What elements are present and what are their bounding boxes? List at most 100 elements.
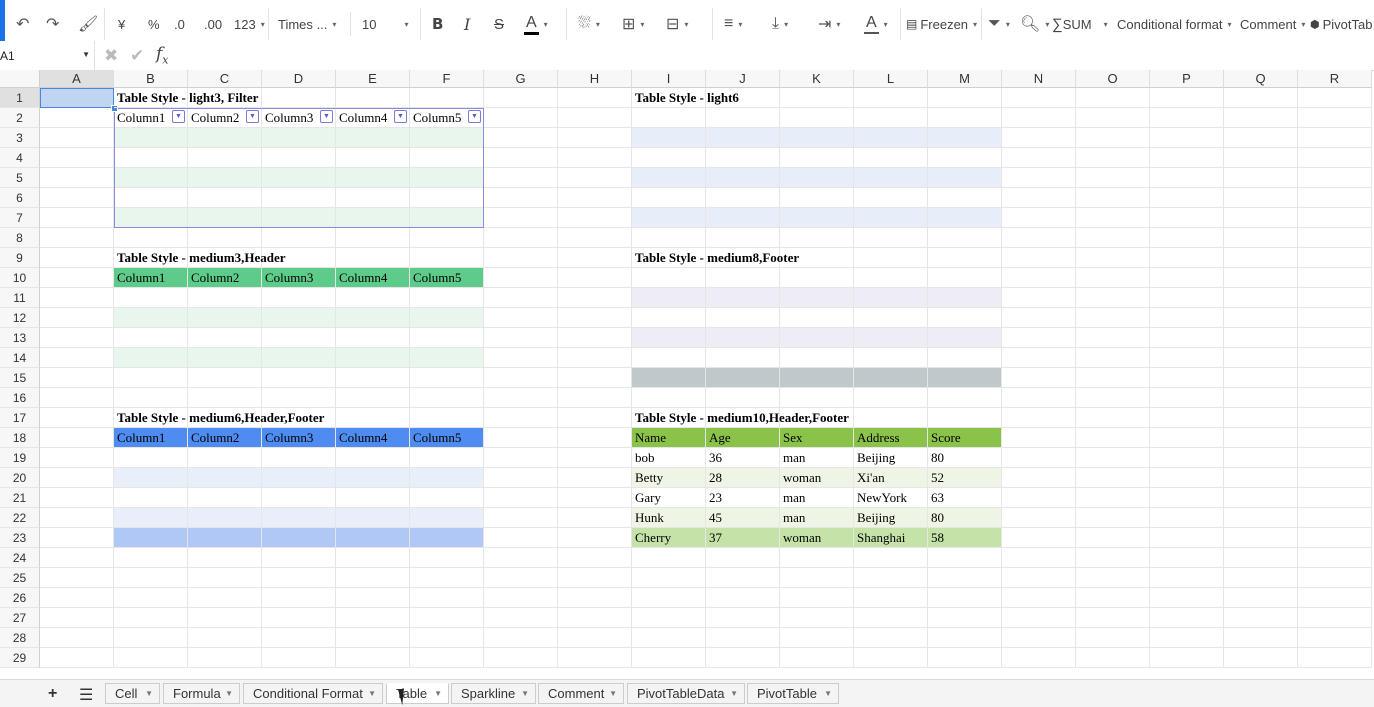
cell[interactable] <box>1002 488 1076 508</box>
cell[interactable] <box>40 608 114 628</box>
cell[interactable] <box>188 588 262 608</box>
formula-input[interactable] <box>184 41 1364 70</box>
cell[interactable] <box>928 588 1002 608</box>
table-data-cell[interactable]: man <box>780 488 854 508</box>
cell[interactable] <box>484 288 558 308</box>
table-header-cell[interactable]: Column1 <box>114 428 188 448</box>
chevron-down-icon[interactable]: ▼ <box>225 684 233 703</box>
cell[interactable] <box>40 108 114 128</box>
table-data-cell[interactable]: 63 <box>928 488 1002 508</box>
table-data-cell[interactable]: bob <box>632 448 706 468</box>
cell[interactable] <box>1076 288 1150 308</box>
cell[interactable] <box>40 208 114 228</box>
table-data-cell[interactable]: 23 <box>706 488 780 508</box>
cell[interactable] <box>1076 648 1150 668</box>
row-header[interactable]: 27 <box>0 608 40 628</box>
cell[interactable] <box>410 328 484 348</box>
cell[interactable] <box>1076 568 1150 588</box>
column-header[interactable]: O <box>1076 70 1150 88</box>
cell[interactable] <box>1002 168 1076 188</box>
cell[interactable] <box>854 608 928 628</box>
cell[interactable] <box>1076 188 1150 208</box>
cell[interactable] <box>780 88 854 108</box>
cell[interactable] <box>188 128 262 148</box>
font-family-dropdown[interactable]: Times ... ▾ <box>278 12 351 36</box>
cell[interactable] <box>632 148 706 168</box>
cell[interactable] <box>1224 508 1298 528</box>
row-header[interactable]: 3 <box>0 128 40 148</box>
cell[interactable] <box>1224 128 1298 148</box>
cell[interactable] <box>632 308 706 328</box>
cell[interactable] <box>1002 308 1076 328</box>
cell[interactable] <box>1002 408 1076 428</box>
cell[interactable] <box>336 648 410 668</box>
cell[interactable] <box>484 488 558 508</box>
cell[interactable] <box>114 148 188 168</box>
cell[interactable] <box>1224 568 1298 588</box>
cell[interactable] <box>928 228 1002 248</box>
cell[interactable] <box>928 248 1002 268</box>
cell[interactable] <box>780 188 854 208</box>
cell[interactable] <box>558 608 632 628</box>
cell[interactable] <box>114 388 188 408</box>
cell[interactable] <box>410 248 484 268</box>
row-header[interactable]: 2 <box>0 108 40 128</box>
table-header-cell[interactable]: Column5 ▼ <box>410 108 484 128</box>
cell[interactable] <box>854 368 928 388</box>
cell[interactable] <box>1076 508 1150 528</box>
table-data-cell[interactable]: woman <box>780 468 854 488</box>
table-header-cell[interactable]: Score <box>928 428 1002 448</box>
table-header-cell[interactable]: Column3 <box>262 428 336 448</box>
cell[interactable] <box>632 108 706 128</box>
cell[interactable] <box>1224 188 1298 208</box>
cell[interactable] <box>188 608 262 628</box>
cell[interactable] <box>40 488 114 508</box>
cell[interactable] <box>558 388 632 408</box>
sheet-list-icon[interactable]: ☰ <box>79 685 93 705</box>
bold-button[interactable]: B <box>432 12 443 36</box>
cell[interactable] <box>484 388 558 408</box>
cell[interactable] <box>1298 468 1372 488</box>
cell[interactable] <box>40 128 114 148</box>
cell[interactable] <box>854 188 928 208</box>
cell[interactable] <box>1002 468 1076 488</box>
cell[interactable] <box>262 128 336 148</box>
cell[interactable] <box>1298 628 1372 648</box>
cell[interactable] <box>1150 328 1224 348</box>
cell[interactable] <box>40 408 114 428</box>
cell[interactable] <box>336 328 410 348</box>
cell[interactable] <box>262 368 336 388</box>
cell[interactable] <box>1150 108 1224 128</box>
cell[interactable] <box>410 608 484 628</box>
cell[interactable] <box>780 368 854 388</box>
table-title[interactable]: Table Style - medium8,Footer <box>632 248 799 268</box>
cell[interactable] <box>484 208 558 228</box>
row-header[interactable]: 10 <box>0 268 40 288</box>
column-header[interactable]: P <box>1150 70 1224 88</box>
table-title[interactable]: Table Style - medium10,Header,Footer <box>632 408 849 428</box>
cell[interactable] <box>1076 528 1150 548</box>
row-header[interactable]: 23 <box>0 528 40 548</box>
cell[interactable] <box>1298 228 1372 248</box>
cell[interactable] <box>780 148 854 168</box>
chevron-down-icon[interactable]: ▼ <box>521 684 529 703</box>
cell[interactable] <box>854 268 928 288</box>
cell[interactable] <box>40 268 114 288</box>
cell[interactable] <box>410 408 484 428</box>
table-data-cell[interactable]: Gary <box>632 488 706 508</box>
cell[interactable] <box>1150 408 1224 428</box>
chevron-down-icon[interactable]: ▼ <box>609 684 617 703</box>
cell[interactable] <box>632 268 706 288</box>
cell[interactable] <box>632 288 706 308</box>
cell[interactable] <box>1150 88 1224 108</box>
cell[interactable] <box>1298 448 1372 468</box>
cell[interactable] <box>114 328 188 348</box>
cell[interactable] <box>558 368 632 388</box>
table-header-cell[interactable]: Column5 <box>410 268 484 288</box>
cell[interactable] <box>1002 388 1076 408</box>
row-header[interactable]: 1 <box>0 88 40 108</box>
cell[interactable] <box>188 208 262 228</box>
cell[interactable] <box>336 528 410 548</box>
cell[interactable] <box>114 468 188 488</box>
filter-dropdown-icon[interactable]: ▼ <box>320 110 333 123</box>
